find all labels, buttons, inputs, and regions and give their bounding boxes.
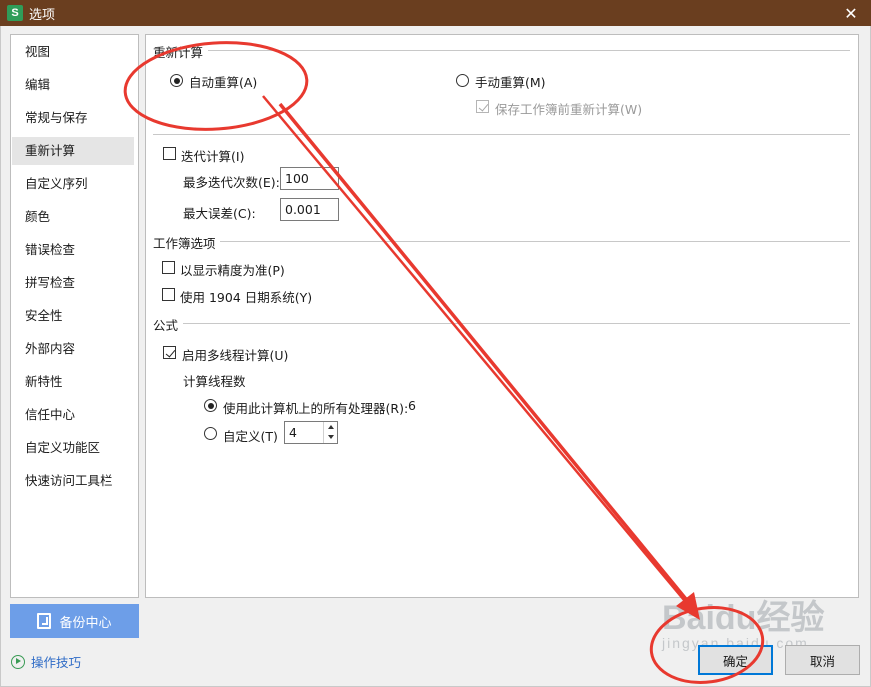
- sidebar-item-recalculation[interactable]: 重新计算: [12, 137, 134, 165]
- tips-label: 操作技巧: [31, 655, 82, 670]
- recalc-before-save-label: 保存工作簿前重新计算(W): [495, 102, 643, 117]
- settings-panel: 重新计算 自动重算(A) 手动重算(M) 保存工作簿前重新计算(W) 迭代计算(…: [145, 34, 859, 598]
- sidebar-item-error-check[interactable]: 错误检查: [12, 236, 134, 264]
- section-title-formula: 公式: [153, 318, 179, 333]
- backup-icon: [37, 613, 52, 629]
- processor-count: 6: [408, 398, 416, 413]
- app-icon: S: [7, 5, 23, 21]
- close-button[interactable]: ✕: [841, 3, 861, 23]
- iteration-checkbox[interactable]: [163, 147, 176, 160]
- thread-count-title: 计算线程数: [183, 374, 246, 389]
- sidebar: 视图 编辑 常规与保存 重新计算 自定义序列 颜色 错误检查 拼写检查 安全性 …: [10, 34, 139, 598]
- auto-recalc-radio[interactable]: [170, 74, 183, 87]
- ok-button[interactable]: 确定: [698, 645, 773, 675]
- sidebar-item-custom-lists[interactable]: 自定义序列: [12, 170, 134, 198]
- sidebar-item-customize-ribbon[interactable]: 自定义功能区: [12, 434, 134, 462]
- use-all-processors-label: 使用此计算机上的所有处理器(R):: [223, 401, 409, 416]
- sidebar-item-view[interactable]: 视图: [12, 38, 134, 66]
- triangle-up-icon: [328, 425, 334, 429]
- cancel-button[interactable]: 取消: [785, 645, 860, 675]
- sidebar-item-color[interactable]: 颜色: [12, 203, 134, 231]
- max-change-input[interactable]: 0.001: [280, 198, 339, 221]
- spinner-buttons: [323, 422, 337, 443]
- max-iterations-label: 最多迭代次数(E):: [183, 175, 280, 190]
- max-iterations-input[interactable]: 100: [280, 167, 339, 190]
- backup-center-button[interactable]: 备份中心: [10, 604, 139, 638]
- sidebar-item-security[interactable]: 安全性: [12, 302, 134, 330]
- spin-down-button[interactable]: [325, 432, 337, 442]
- auto-recalc-label: 自动重算(A): [189, 75, 258, 90]
- custom-threads-value: 4: [289, 425, 297, 440]
- sidebar-item-general-save[interactable]: 常规与保存: [12, 104, 134, 132]
- section-divider: [220, 241, 850, 242]
- close-icon: ✕: [844, 3, 858, 23]
- section-divider: [153, 134, 850, 135]
- use-all-processors-radio[interactable]: [204, 399, 217, 412]
- precision-as-displayed-label: 以显示精度为准(P): [180, 263, 285, 278]
- recalc-before-save-checkbox[interactable]: [476, 100, 489, 113]
- custom-threads-label: 自定义(T): [223, 429, 278, 444]
- section-divider: [183, 323, 850, 324]
- sidebar-item-external-content[interactable]: 外部内容: [12, 335, 134, 363]
- multithread-label: 启用多线程计算(U): [182, 348, 289, 363]
- date-1904-checkbox[interactable]: [162, 288, 175, 301]
- custom-threads-radio[interactable]: [204, 427, 217, 440]
- multithread-checkbox[interactable]: [163, 346, 176, 359]
- manual-recalc-radio[interactable]: [456, 74, 469, 87]
- triangle-down-icon: [328, 435, 334, 439]
- sidebar-item-quick-access-toolbar[interactable]: 快速访问工具栏: [12, 467, 134, 495]
- play-circle-icon: [11, 654, 25, 669]
- section-divider: [208, 50, 850, 51]
- section-title-workbook: 工作簿选项: [153, 236, 216, 251]
- backup-center-label: 备份中心: [59, 615, 112, 631]
- sidebar-item-edit[interactable]: 编辑: [12, 71, 134, 99]
- custom-threads-spinner[interactable]: 4: [284, 421, 338, 444]
- sidebar-item-new-features[interactable]: 新特性: [12, 368, 134, 396]
- window-title: 选项: [29, 7, 56, 23]
- spin-up-button[interactable]: [325, 422, 337, 432]
- sidebar-item-spell-check[interactable]: 拼写检查: [12, 269, 134, 297]
- section-title-recalculation: 重新计算: [153, 45, 204, 60]
- iteration-label: 迭代计算(I): [181, 149, 245, 164]
- manual-recalc-label: 手动重算(M): [475, 75, 546, 90]
- sidebar-item-trust-center[interactable]: 信任中心: [12, 401, 134, 429]
- precision-as-displayed-checkbox[interactable]: [162, 261, 175, 274]
- max-change-label: 最大误差(C):: [183, 206, 256, 221]
- tips-link[interactable]: 操作技巧: [11, 652, 81, 671]
- title-bar: S 选项 ✕: [0, 0, 871, 26]
- date-1904-label: 使用 1904 日期系统(Y): [180, 290, 313, 305]
